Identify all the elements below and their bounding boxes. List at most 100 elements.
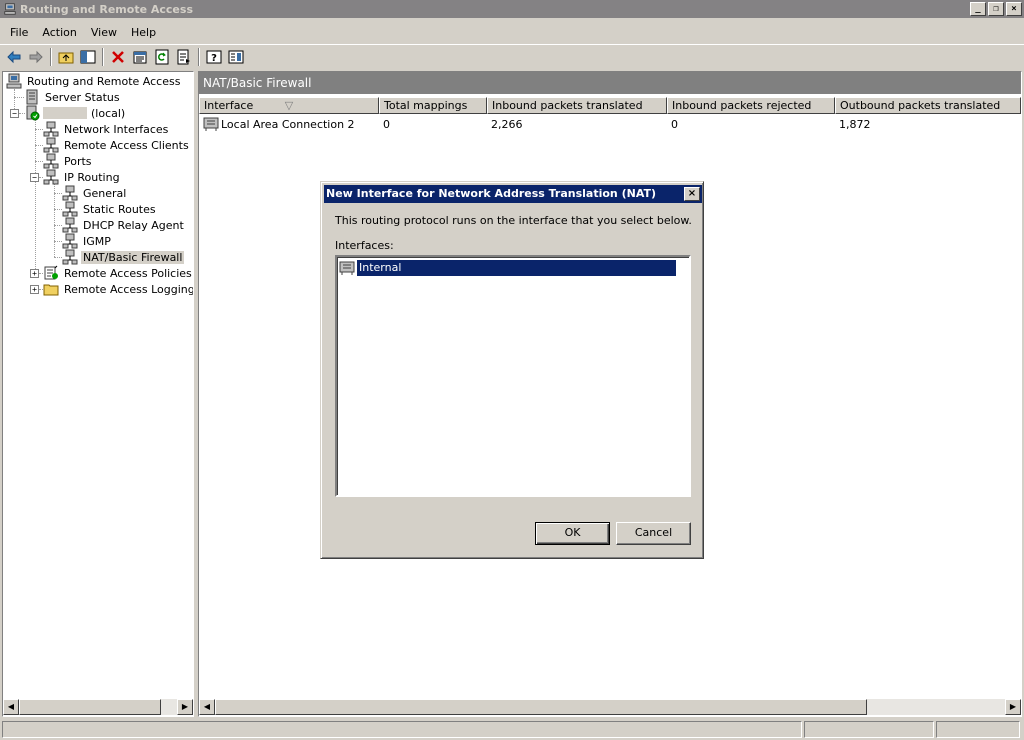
- help-button[interactable]: ?: [203, 47, 225, 67]
- tree-connector: [14, 97, 24, 98]
- cell-inbound-translated: 2,266: [491, 117, 523, 131]
- tree-item-igmp[interactable]: IGMP: [62, 233, 113, 249]
- refresh-button[interactable]: [151, 47, 173, 67]
- status-pane-main: [2, 721, 802, 738]
- tree-label: DHCP Relay Agent: [83, 218, 184, 232]
- show-hide-tree-button[interactable]: [77, 47, 99, 67]
- scroll-left-arrow-icon[interactable]: ◀: [3, 699, 19, 715]
- cell-total-mappings: 0: [383, 117, 390, 131]
- folder-icon: [43, 281, 59, 297]
- list-item-label: Internal: [357, 259, 676, 276]
- back-button[interactable]: [3, 47, 25, 67]
- forward-icon: [29, 50, 43, 63]
- console-tree[interactable]: − − + + Routing and Remote Access Server…: [2, 71, 194, 717]
- export-list-button[interactable]: [173, 47, 195, 67]
- cell-outbound-translated: 1,872: [839, 117, 871, 131]
- cell-inbound-rejected: 0: [671, 117, 678, 131]
- close-icon: ×: [687, 188, 697, 199]
- tree-item-nat-basic-firewall[interactable]: NAT/Basic Firewall: [62, 249, 185, 265]
- tree-label: Routing and Remote Access: [27, 74, 181, 88]
- tree-label: Remote Access Clients (0): [64, 138, 194, 152]
- up-one-level-button[interactable]: [55, 47, 77, 67]
- restore-button[interactable]: ❐: [988, 2, 1004, 16]
- toolbar-separator: [102, 47, 104, 66]
- tree-item-ip-routing[interactable]: IP Routing: [43, 169, 122, 185]
- details-pane-header: NAT/Basic Firewall: [199, 72, 1021, 94]
- policies-icon: [43, 265, 59, 281]
- cancel-button[interactable]: Cancel: [616, 522, 691, 545]
- menu-file[interactable]: File: [3, 26, 35, 39]
- properties-button[interactable]: [129, 47, 151, 67]
- column-header-inbound-translated[interactable]: Inbound packets translated: [487, 97, 667, 114]
- tree-label: IGMP: [83, 234, 111, 248]
- details-horizontal-scrollbar[interactable]: ◀ ▶: [199, 699, 1021, 715]
- tree-item-static-routes[interactable]: Static Routes: [62, 201, 158, 217]
- scrollbar-thumb[interactable]: [215, 699, 867, 715]
- minimize-button[interactable]: _: [970, 2, 986, 16]
- tree-connector: [54, 257, 62, 258]
- tree-item-routing-and-remote-access[interactable]: Routing and Remote Access: [6, 73, 182, 89]
- forward-button[interactable]: [25, 47, 47, 67]
- status-pane-2: [804, 721, 934, 738]
- expander-remote-access-logging[interactable]: +: [30, 285, 39, 294]
- tree-label: NAT/Basic Firewall: [81, 250, 185, 264]
- tree-connector: [35, 145, 43, 146]
- scroll-right-arrow-icon[interactable]: ▶: [177, 699, 193, 715]
- tree-item-server-status[interactable]: Server Status: [24, 89, 122, 105]
- delete-button[interactable]: [107, 47, 129, 67]
- refresh-icon: [155, 49, 169, 64]
- tree-label: Server Status: [45, 90, 120, 104]
- column-header-total-mappings[interactable]: Total mappings: [379, 97, 487, 114]
- tree-item-general[interactable]: General: [62, 185, 128, 201]
- console-view-button[interactable]: [225, 47, 247, 67]
- expander-server[interactable]: −: [10, 109, 19, 118]
- tree-item-remote-access-policies[interactable]: Remote Access Policies: [43, 265, 193, 281]
- routing-app-icon: [4, 3, 16, 15]
- dialog-description: This routing protocol runs on the interf…: [335, 214, 692, 227]
- tree-connector: [54, 184, 55, 257]
- dialog-title-bar: New Interface for Network Address Transl…: [324, 185, 702, 203]
- column-header-outbound-translated[interactable]: Outbound packets translated: [835, 97, 1021, 114]
- ok-button[interactable]: OK: [535, 522, 610, 545]
- expander-ip-routing[interactable]: −: [30, 173, 39, 182]
- network-icon: [62, 217, 78, 233]
- menu-view[interactable]: View: [84, 26, 124, 39]
- column-header-inbound-rejected[interactable]: Inbound packets rejected: [667, 97, 835, 114]
- tree-horizontal-scrollbar[interactable]: ◀ ▶: [3, 699, 193, 715]
- menu-help[interactable]: Help: [124, 26, 163, 39]
- dialog-close-button[interactable]: ×: [684, 187, 700, 201]
- console-view-icon: [228, 50, 244, 63]
- show-hide-tree-icon: [80, 50, 96, 63]
- tree-connector: [35, 129, 43, 130]
- network-interface-icon: [203, 117, 219, 131]
- svg-text:?: ?: [211, 53, 217, 64]
- menu-action[interactable]: Action: [35, 26, 83, 39]
- tree-connector: [54, 209, 62, 210]
- close-button[interactable]: ×: [1006, 2, 1022, 16]
- export-list-icon: [177, 49, 190, 64]
- menu-bar: File Action View Help: [0, 22, 1024, 42]
- interfaces-label: Interfaces:: [335, 239, 394, 252]
- tree-item-dhcp-relay-agent[interactable]: DHCP Relay Agent: [62, 217, 186, 233]
- column-header-interface[interactable]: Interface ▽: [199, 97, 379, 114]
- properties-icon: [133, 51, 147, 63]
- up-folder-icon: [58, 52, 74, 63]
- tree-label: General: [83, 186, 127, 200]
- tree-item-remote-access-logging[interactable]: Remote Access Logging: [43, 281, 194, 297]
- tree-item-network-interfaces[interactable]: Network Interfaces: [43, 121, 170, 137]
- tree-item-server-local[interactable]: (local): [24, 105, 127, 121]
- sort-descending-icon: ▽: [284, 99, 294, 112]
- tree-label: Remote Access Logging: [64, 282, 194, 296]
- network-icon: [62, 249, 78, 265]
- scrollbar-thumb[interactable]: [19, 699, 161, 715]
- expander-remote-access-policies[interactable]: +: [30, 269, 39, 278]
- list-item[interactable]: Internal: [339, 259, 676, 276]
- tree-item-ports[interactable]: Ports: [43, 153, 94, 169]
- server-status-icon: [24, 89, 40, 105]
- scroll-left-arrow-icon[interactable]: ◀: [199, 699, 215, 715]
- table-row[interactable]: Local Area Connection 2 0 2,266 0 1,872: [199, 116, 1021, 132]
- interfaces-listbox[interactable]: Internal: [335, 255, 691, 497]
- tree-item-remote-access-clients[interactable]: Remote Access Clients (0): [43, 137, 194, 153]
- scroll-right-arrow-icon[interactable]: ▶: [1005, 699, 1021, 715]
- network-icon: [62, 185, 78, 201]
